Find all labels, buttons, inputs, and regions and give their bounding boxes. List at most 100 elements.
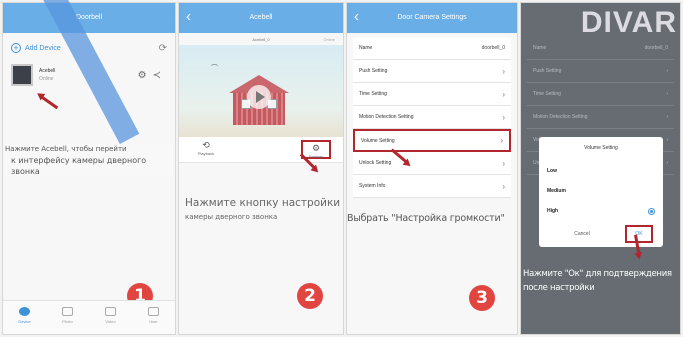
photo-icon xyxy=(62,307,73,316)
device-title: Acebell_0 xyxy=(252,37,270,42)
dialog-title: Volume Setting xyxy=(584,145,618,151)
device-name: Acebell xyxy=(39,68,56,74)
settings-row-push: Push Setting › xyxy=(527,60,674,83)
brand-text: DIVAR xyxy=(580,6,677,39)
device-info: Acebell Online xyxy=(39,68,55,82)
pointer-arrow xyxy=(40,95,59,110)
chevron-right-icon: › xyxy=(502,112,505,122)
gear-icon: ⚙ xyxy=(311,143,321,153)
chevron-right-icon: › xyxy=(666,160,668,166)
row-value: doorbell_0 xyxy=(644,45,668,51)
dialog-buttons: Cancel OK xyxy=(539,225,663,243)
option-high[interactable]: High xyxy=(539,201,663,221)
chevron-right-icon: › xyxy=(666,114,668,120)
bird-icon: ⌒ xyxy=(211,65,218,72)
app-header: Doorbell xyxy=(3,3,175,33)
header-title: Door Camera Settings xyxy=(397,14,467,21)
device-card-acebell[interactable]: Acebell Online ⚙≺ xyxy=(11,61,167,89)
settings-row-volume[interactable]: Volume Setting › xyxy=(353,129,511,152)
step-3-panel: ‹ Door Camera Settings Name doorbell_0 P… xyxy=(346,2,518,335)
device-status: Online xyxy=(39,76,54,82)
row-label: System Info xyxy=(359,183,386,189)
chevron-right-icon: › xyxy=(502,181,505,191)
app-header: ‹ Acebell xyxy=(179,3,343,33)
step-4-panel: Name doorbell_0 Push Setting › Time Settin… xyxy=(520,2,681,335)
chevron-right-icon: › xyxy=(502,89,505,99)
settings-row-motion[interactable]: Motion Detection Setting › xyxy=(353,106,511,129)
bottom-tab-bar: Device Photo Video User xyxy=(3,300,175,334)
playback-label: Playback xyxy=(197,151,215,156)
settings-row-system-info[interactable]: System Info › xyxy=(353,175,511,198)
row-value: doorbell_0 xyxy=(481,45,505,51)
row-label: Push Setting xyxy=(533,68,562,74)
caption-line: Нажмите кнопку настройки xyxy=(185,197,341,209)
playback-button[interactable]: ⟲ Playback xyxy=(191,140,221,159)
tab-photo[interactable]: Photo xyxy=(46,301,89,334)
volume-setting-dialog: Volume Setting Low Medium High Cancel OK xyxy=(539,137,663,247)
row-label: Push Setting xyxy=(359,68,388,74)
play-icon[interactable] xyxy=(247,85,271,109)
ok-button[interactable]: OK xyxy=(625,225,653,243)
device-actions: ⚙≺ xyxy=(138,70,167,81)
gear-icon[interactable]: ⚙ xyxy=(138,70,153,81)
tab-label: Device xyxy=(18,319,31,324)
chevron-right-icon: › xyxy=(502,158,505,168)
tab-label: User xyxy=(149,319,158,324)
settings-row-push[interactable]: Push Setting › xyxy=(353,60,511,83)
chevron-right-icon: › xyxy=(666,68,668,74)
row-label: Time Setting xyxy=(533,91,561,97)
device-online-status: Online xyxy=(323,37,335,42)
option-low[interactable]: Low xyxy=(539,161,663,181)
step-number-badge: 3 xyxy=(469,285,495,311)
cancel-button[interactable]: Cancel xyxy=(539,225,625,243)
settings-list: Name doorbell_0 Push Setting › Time Setti… xyxy=(353,37,511,198)
step-number-badge: 2 xyxy=(297,283,323,309)
settings-row-unlock[interactable]: Unlock Setting › xyxy=(353,152,511,175)
row-label: Motion Detection Setting xyxy=(533,114,588,120)
row-label: Unlock Setting xyxy=(359,160,392,166)
chevron-right-icon: › xyxy=(666,91,668,97)
row-label: Name xyxy=(533,45,547,51)
settings-row-name[interactable]: Name doorbell_0 xyxy=(353,37,511,60)
step-1-caption: Нажмите Acebell, чтобы перейти к интерфе… xyxy=(5,144,173,177)
brand-watermark: DIVAR xyxy=(581,6,677,40)
app-header: ‹ Door Camera Settings xyxy=(347,3,517,33)
tab-device[interactable]: Device xyxy=(3,301,46,334)
radio-selected-icon[interactable] xyxy=(648,207,655,215)
live-video-preview[interactable]: ⌒ xyxy=(179,45,343,137)
chevron-right-icon: › xyxy=(502,66,505,76)
settings-label: Settings xyxy=(308,154,324,159)
header-title: Acebell xyxy=(249,14,273,21)
caption-line: Нажмите "Ок" для подтверждения xyxy=(523,269,672,279)
row-label: Volume Setting xyxy=(361,137,395,144)
share-icon[interactable]: ≺ xyxy=(153,70,167,81)
device-icon xyxy=(19,307,30,316)
header-title: Doorbell xyxy=(75,14,103,21)
back-chevron-icon[interactable]: ‹ xyxy=(354,3,359,31)
video-actions: ⟲ Playback ⚙ Settings xyxy=(179,137,343,163)
tab-user[interactable]: User xyxy=(132,301,175,334)
add-device-label: Add Device xyxy=(25,44,61,52)
settings-row-name: Name doorbell_0 xyxy=(527,37,674,60)
chevron-right-icon: › xyxy=(500,136,503,145)
option-label: Medium xyxy=(547,188,566,194)
device-title-bar: Acebell_0 Online xyxy=(179,37,343,42)
tab-label: Video xyxy=(105,319,116,324)
video-icon xyxy=(105,307,116,316)
row-label: Time Setting xyxy=(359,91,387,97)
row-label: Name xyxy=(359,45,373,51)
step-3-caption: Выбрать "Настройка громкости" xyxy=(347,213,505,224)
option-medium[interactable]: Medium xyxy=(539,181,663,201)
caption-line: камеры дверного звонка xyxy=(185,213,278,221)
device-thumbnail[interactable] xyxy=(11,64,33,86)
chevron-right-icon: › xyxy=(666,137,668,143)
tab-video[interactable]: Video xyxy=(89,301,132,334)
settings-row-time[interactable]: Time Setting › xyxy=(353,83,511,106)
settings-row-motion: Motion Detection Setting › xyxy=(527,106,674,129)
refresh-icon[interactable]: ⟳ xyxy=(159,43,167,54)
option-label: Low xyxy=(547,168,557,174)
add-device-row[interactable]: + Add Device ⟳ xyxy=(11,41,167,55)
plus-icon: + xyxy=(11,43,21,53)
tab-label: Photo xyxy=(62,319,73,324)
back-chevron-icon[interactable]: ‹ xyxy=(186,3,191,31)
